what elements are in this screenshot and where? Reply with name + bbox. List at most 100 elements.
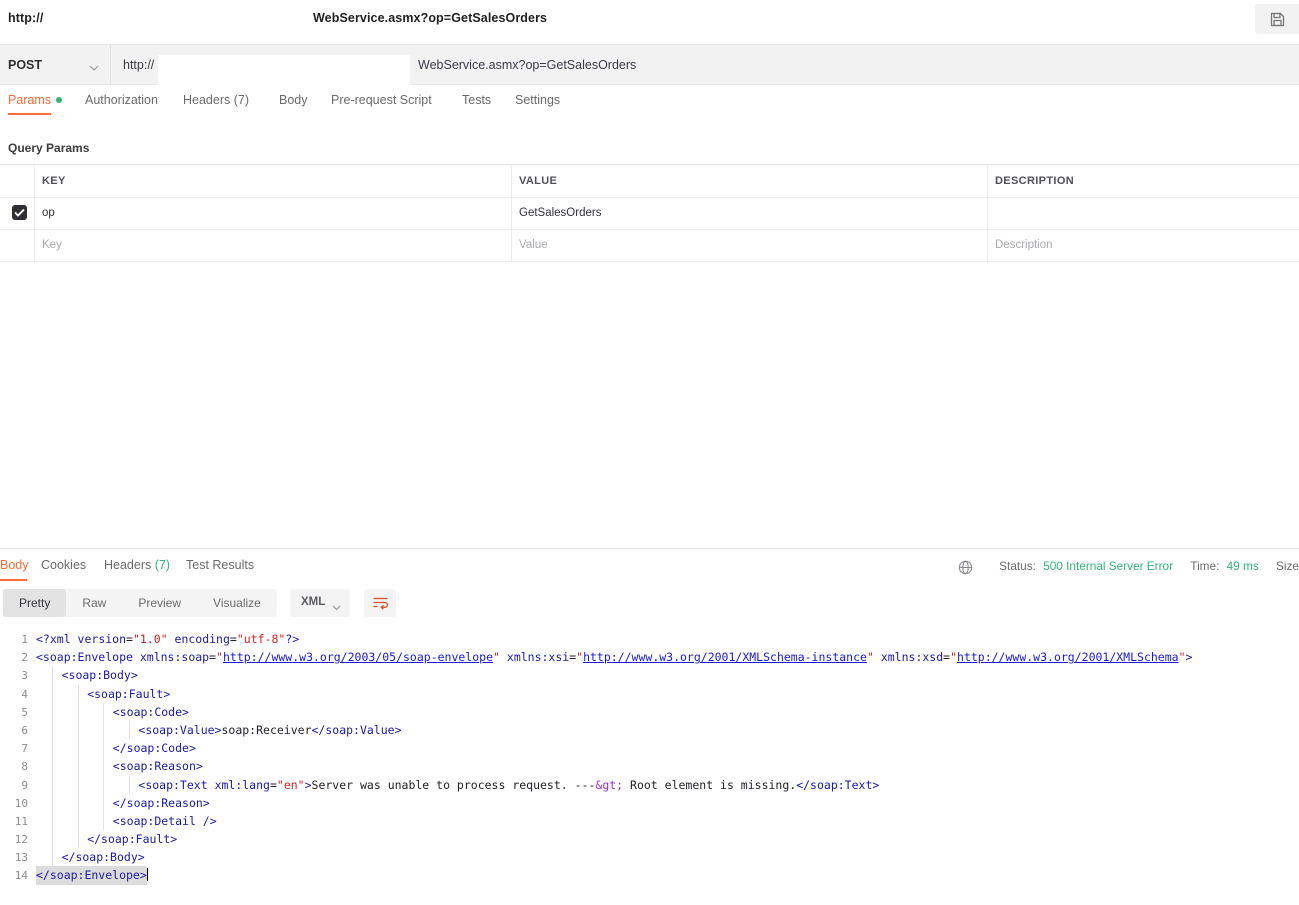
language-dropdown[interactable]: XML [290, 589, 350, 617]
new-param-key-input[interactable]: Key [42, 239, 62, 251]
tab-settings[interactable]: Settings [515, 93, 560, 107]
code-line: 1 <?xml version="1.0" encoding="utf-8"?> [0, 630, 1299, 648]
code-line-content: </soap:Body> [62, 848, 145, 866]
tab-title-prefix[interactable]: http:// [8, 11, 43, 25]
code-token-tag: <?xml [36, 632, 78, 646]
code-token-url[interactable]: http://www.w3.org/2003/05/soap-envelope [223, 650, 493, 664]
column-divider [987, 198, 988, 229]
code-token-url[interactable]: http://www.w3.org/2001/XMLSchema-instanc… [583, 650, 867, 664]
indent-guide [52, 739, 53, 758]
column-divider [511, 165, 512, 197]
indent-guide [103, 757, 105, 776]
line-number: 13 [14, 851, 28, 865]
indent-guide [128, 720, 130, 740]
new-param-description-input[interactable]: Description [995, 239, 1053, 251]
status-label: Status: [999, 558, 1036, 573]
code-token-tag: ?> [285, 632, 300, 646]
save-icon[interactable] [1255, 4, 1299, 34]
format-tab-raw[interactable]: Raw [66, 589, 122, 617]
response-format-toolbar: Pretty Raw Preview Visualize XML [0, 589, 1299, 623]
code-token-str: "utf-8" [236, 632, 286, 646]
code-token-tag: > [1185, 650, 1193, 665]
code-line-content: <soap:Fault> [87, 685, 170, 703]
new-param-value-input[interactable]: Value [519, 239, 548, 251]
indent-guide [128, 775, 130, 794]
table-row[interactable]: op GetSalesOrders [0, 198, 1299, 230]
code-token-attr: version [77, 632, 127, 646]
response-tab-test-results[interactable]: Test Results [186, 558, 254, 572]
globe-icon [958, 560, 973, 578]
indent-guide [77, 811, 79, 831]
code-line-content: <soap:Detail /> [113, 812, 217, 830]
code-token-tag: > [304, 777, 312, 792]
format-tab-visualize[interactable]: Visualize [197, 589, 277, 617]
format-tab-pretty[interactable]: Pretty [3, 589, 67, 617]
tab-authorization[interactable]: Authorization [85, 93, 158, 107]
url-input-suffix[interactable]: WebService.asmx?op=GetSalesOrders [418, 58, 636, 72]
indent-guide [77, 739, 79, 758]
param-key-input[interactable]: op [42, 207, 55, 219]
code-token-str: " [493, 650, 500, 665]
active-tab-underline [8, 113, 51, 115]
indent-guide [103, 793, 105, 812]
indent-guide [77, 830, 79, 849]
tab-pre-request-script[interactable]: Pre-request Script [331, 93, 432, 107]
method-dropdown[interactable]: POST [0, 45, 111, 84]
column-divider [34, 230, 35, 261]
code-line: 6 <soap:Value>soap:Receiver</soap:Value> [0, 720, 1299, 740]
column-divider [511, 198, 512, 229]
response-tab-cookies[interactable]: Cookies [41, 558, 86, 572]
tab-tests[interactable]: Tests [462, 93, 491, 107]
tab-title-suffix[interactable]: WebService.asmx?op=GetSalesOrders [313, 11, 547, 25]
row-enabled-checkbox[interactable] [12, 205, 27, 220]
response-body-code-viewer[interactable]: 1 <?xml version="1.0" encoding="utf-8"?> 2… [0, 630, 1299, 905]
code-token-tag: <soap:Fault> [87, 686, 171, 701]
status-value: 500 Internal Server Error [1043, 558, 1174, 573]
query-params-heading: Query Params [8, 141, 90, 155]
column-divider [987, 230, 988, 261]
code-token-txt: = [269, 777, 277, 792]
redacted-title-region [95, 2, 313, 38]
code-token-tag: </soap:Fault> [87, 832, 178, 847]
code-line-content: </soap:Fault> [87, 830, 177, 848]
code-token-url[interactable]: http://www.w3.org/2001/XMLSchema [957, 650, 1179, 664]
code-token-txt: = [126, 632, 133, 646]
code-token-attr: xmlns:xsd [880, 650, 944, 665]
code-token-tag: <soap:Envelope [36, 650, 140, 665]
code-token-tag: <soap:Code> [112, 704, 189, 719]
table-row-empty[interactable]: Key Value Description [0, 230, 1299, 262]
code-line-content: <soap:Text xml:lang="en">Server was unab… [138, 776, 879, 794]
wrap-lines-icon[interactable] [364, 589, 396, 617]
code-token-tag: <soap:Value> [138, 722, 222, 737]
indent-guide [103, 720, 105, 740]
indent-guide [77, 684, 79, 703]
line-number: 3 [21, 669, 28, 683]
code-line-content: <?xml version="1.0" encoding="utf-8"?> [36, 630, 299, 648]
code-token-tag: </soap:Value> [311, 722, 402, 737]
indent-guide [77, 757, 79, 776]
tab-headers[interactable]: Headers (7) [183, 93, 249, 107]
line-number: 12 [14, 833, 28, 847]
indent-guide [103, 775, 105, 794]
code-line-content: <soap:Body> [62, 666, 138, 684]
code-line: 8 <soap:Reason> [0, 757, 1299, 776]
code-token-txt: = [209, 650, 217, 665]
column-divider [34, 198, 35, 229]
code-token-txt: Server was unable to process request. --… [311, 777, 596, 792]
tab-body[interactable]: Body [279, 93, 308, 107]
code-line: 5 <soap:Code> [0, 702, 1299, 721]
indent-guide [103, 811, 105, 831]
response-tab-headers[interactable]: Headers (7) [104, 558, 170, 572]
code-line-content: <soap:Envelope xmlns:soap="http://www.w3… [36, 648, 1192, 666]
format-tab-preview[interactable]: Preview [122, 589, 197, 617]
column-divider [34, 165, 35, 197]
text-cursor [146, 868, 149, 882]
param-value-input[interactable]: GetSalesOrders [519, 207, 601, 219]
tab-params[interactable]: Params [8, 93, 63, 107]
response-tab-body[interactable]: Body [0, 558, 29, 572]
code-token-str: "1.0" [132, 632, 168, 646]
language-label: XML [301, 596, 326, 608]
code-line: 3 <soap:Body> [0, 666, 1299, 685]
url-input-prefix[interactable]: http:// [123, 58, 154, 72]
